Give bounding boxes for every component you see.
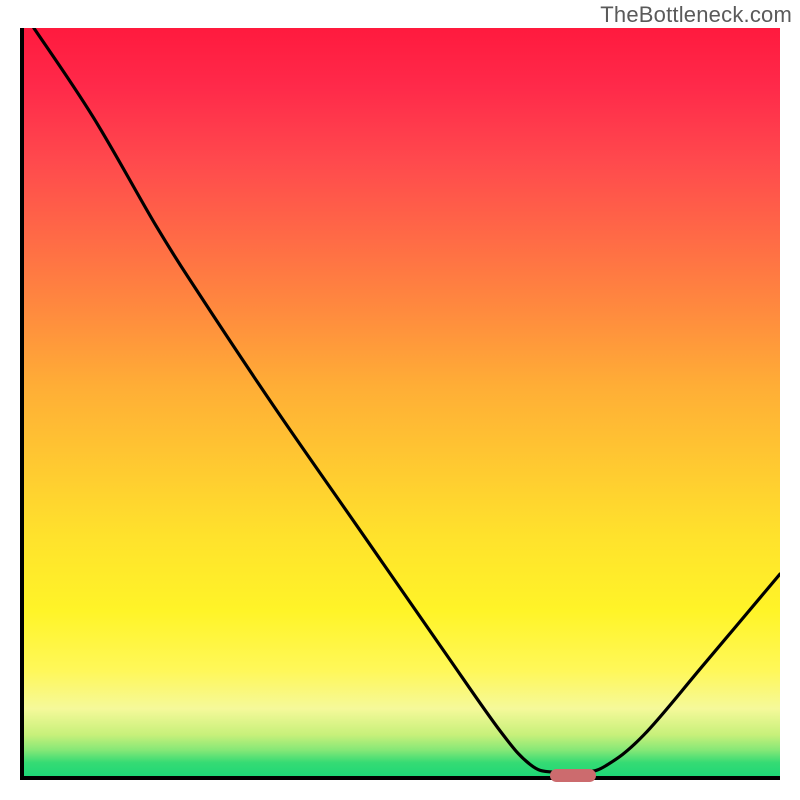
- chart-plot-area: [20, 28, 780, 780]
- chart-curve: [24, 28, 780, 776]
- watermark-text: TheBottleneck.com: [600, 2, 792, 28]
- chart-optimum-marker: [550, 769, 596, 781]
- chart-curve-path: [34, 28, 780, 773]
